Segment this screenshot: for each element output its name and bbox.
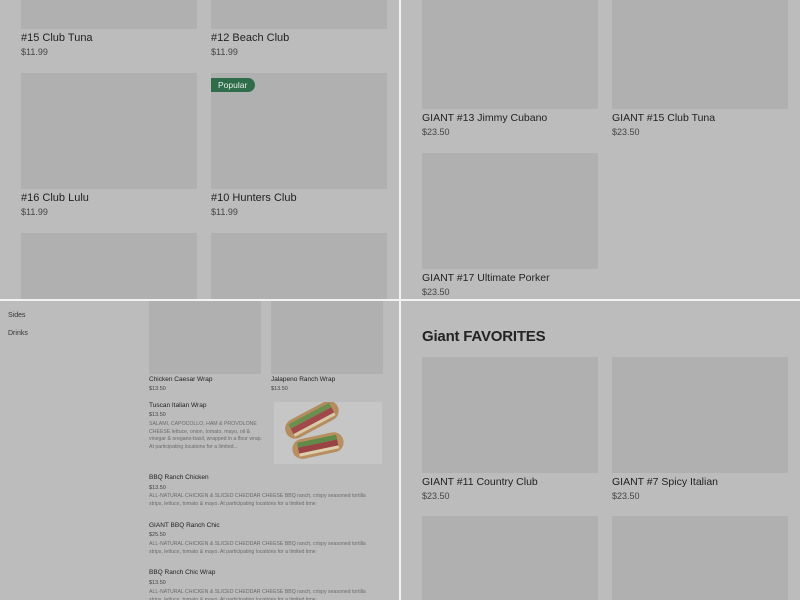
item-image xyxy=(21,73,197,189)
item-price: $11.99 xyxy=(21,47,48,57)
item-description: ALL-NATURAL CHICKEN & SLICED CHEDDAR CHE… xyxy=(149,493,366,507)
item-price: $13.50 xyxy=(149,485,166,491)
item-price: $23.50 xyxy=(422,127,450,137)
popular-badge: Popular xyxy=(211,78,256,92)
item-description: SALAMI, CAPOCOLLO, HAM & PROVOLONE CHEES… xyxy=(149,421,263,450)
menu-panel-bottom-right: Giant FAVORITES GIANT #11 Country Club $… xyxy=(401,301,800,600)
sidebar-item-drinks[interactable]: Drinks xyxy=(8,330,28,337)
item-description: ALL-NATURAL CHICKEN & SLICED CHEDDAR CHE… xyxy=(149,541,366,555)
item-name: #12 Beach Club xyxy=(211,32,290,44)
item-image xyxy=(21,0,197,29)
panel-divider-horizontal xyxy=(0,299,800,301)
item-price: $11.99 xyxy=(21,207,48,217)
item-name: BBQ Ranch Chic Wrap xyxy=(149,569,216,576)
item-image xyxy=(612,0,788,109)
item-price: $13.50 xyxy=(149,580,166,586)
item-name: GIANT #11 Country Club xyxy=(422,476,538,488)
item-image xyxy=(612,357,788,473)
item-image xyxy=(422,153,598,269)
item-name: GIANT BBQ Ranch Chic xyxy=(149,522,220,529)
item-price: $23.50 xyxy=(422,491,450,501)
item-image[interactable] xyxy=(612,516,788,600)
menu-panel-bottom-left: Sides Drinks Chicken Caesar Wrap $13.50 … xyxy=(0,301,399,600)
item-image xyxy=(211,0,387,29)
item-price: $11.99 xyxy=(211,207,238,217)
sidebar-item-sides[interactable]: Sides xyxy=(8,312,26,319)
item-name: GIANT #7 Spicy Italian xyxy=(612,476,719,488)
item-image xyxy=(422,357,598,473)
item-description: ALL-NATURAL CHICKEN & SLICED CHEDDAR CHE… xyxy=(149,589,366,600)
item-name: Jalapeno Ranch Wrap xyxy=(271,376,336,383)
item-name: #15 Club Tuna xyxy=(21,32,93,44)
item-name: BBQ Ranch Chicken xyxy=(149,474,209,481)
menu-panel-top-left: #15 Club Tuna $11.99 #12 Beach Club $11.… xyxy=(0,0,399,299)
item-image xyxy=(149,301,261,374)
item-price: $23.50 xyxy=(612,127,640,137)
wrap-photo xyxy=(274,400,382,464)
item-price: $23.50 xyxy=(612,491,640,501)
item-image[interactable] xyxy=(422,516,598,600)
item-image[interactable] xyxy=(211,233,387,299)
item-name: Tuscan Italian Wrap xyxy=(149,402,207,409)
item-name: #16 Club Lulu xyxy=(21,192,89,204)
item-image[interactable] xyxy=(21,233,197,299)
menu-panel-top-right: GIANT #13 Jimmy Cubano $23.50 GIANT #15 … xyxy=(401,0,800,299)
section-title: Giant FAVORITES xyxy=(422,328,546,345)
item-name: Chicken Caesar Wrap xyxy=(149,376,213,383)
item-image xyxy=(271,301,383,374)
item-price: $13.50 xyxy=(149,412,166,418)
item-price: $23.50 xyxy=(422,287,450,297)
item-name: GIANT #15 Club Tuna xyxy=(612,112,716,124)
item-name: GIANT #13 Jimmy Cubano xyxy=(422,112,548,124)
item-price: $13.50 xyxy=(149,386,166,392)
item-price: $11.99 xyxy=(211,47,238,57)
item-image xyxy=(422,0,598,109)
item-name: GIANT #17 Ultimate Porker xyxy=(422,272,550,284)
item-price: $13.50 xyxy=(271,386,288,392)
item-name: #10 Hunters Club xyxy=(211,192,297,204)
item-price: $25.50 xyxy=(149,532,166,538)
